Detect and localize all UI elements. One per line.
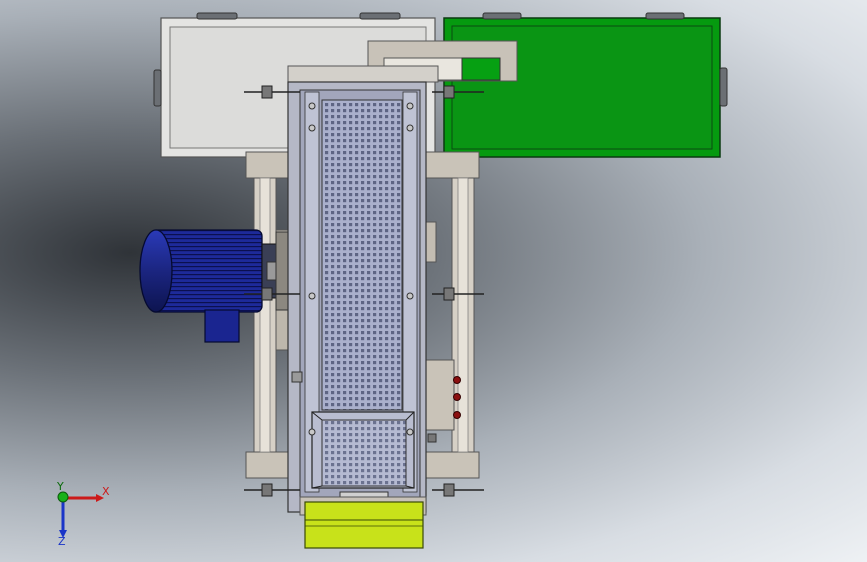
triad-icon: X Y Z	[56, 480, 110, 548]
cad-viewport[interactable]: X Y Z	[0, 0, 867, 562]
triad-y-label: Y	[56, 480, 64, 493]
tray-handle	[196, 12, 238, 20]
perforated-screen	[321, 99, 403, 411]
screen-body[interactable]	[287, 81, 427, 513]
tray-handle	[482, 12, 522, 20]
triad-x-label: X	[102, 485, 110, 498]
assembly-model[interactable]: X Y Z	[0, 0, 867, 562]
tray-handle	[719, 67, 728, 107]
green-tray[interactable]	[443, 12, 728, 158]
tray-handle	[645, 12, 685, 20]
tray-handle	[359, 12, 401, 20]
triad-z-label: Z	[58, 535, 66, 548]
feed-hopper[interactable]	[299, 496, 427, 549]
tray-handle	[153, 69, 162, 107]
terminal-box	[204, 309, 240, 343]
perforated-screen-lower	[321, 419, 407, 487]
